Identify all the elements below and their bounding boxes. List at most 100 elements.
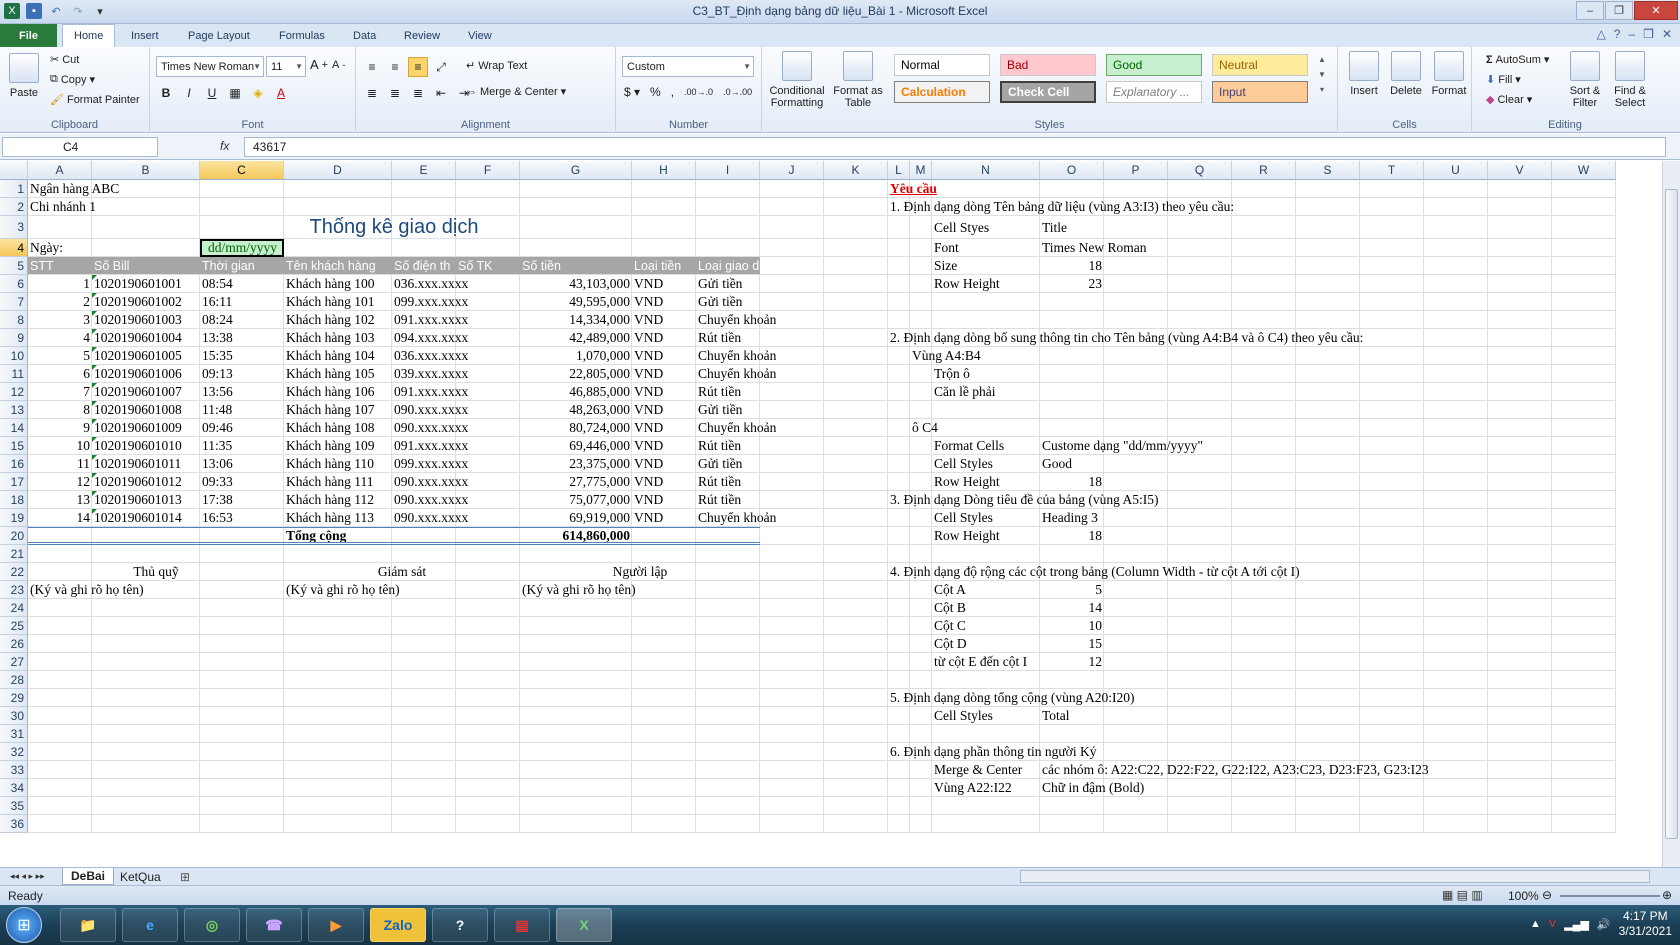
row-header-6[interactable]: 6: [0, 275, 28, 293]
row-header-30[interactable]: 30: [0, 707, 28, 725]
column-header-q[interactable]: Q: [1168, 161, 1232, 180]
bill-cell[interactable]: 1020190601002: [94, 293, 198, 311]
wrap-text-button[interactable]: ↵ Wrap Text: [466, 59, 527, 73]
bill-cell[interactable]: 1020190601004: [94, 329, 198, 347]
column-header-t[interactable]: T: [1360, 161, 1424, 180]
cut-button[interactable]: ✂ Cut: [50, 53, 79, 67]
network-icon[interactable]: ▂▄▆: [1564, 918, 1589, 931]
vertical-scrollbar[interactable]: [1662, 161, 1680, 867]
font-name-select[interactable]: Times New Roman ▼: [156, 56, 264, 77]
help-center-icon[interactable]: ?: [432, 908, 488, 942]
column-header-l[interactable]: L: [888, 161, 910, 180]
select-all-corner[interactable]: [0, 161, 28, 180]
internet-explorer-icon[interactable]: e: [122, 908, 178, 942]
winrar-icon[interactable]: ▤: [494, 908, 550, 942]
insert-cells-button[interactable]: Insert: [1344, 51, 1384, 97]
zoom-level[interactable]: 100%: [1508, 889, 1539, 903]
tab-insert[interactable]: Insert: [120, 24, 170, 47]
fill-color-icon[interactable]: ◈: [248, 83, 268, 103]
column-header-w[interactable]: W: [1552, 161, 1616, 180]
column-header-j[interactable]: J: [760, 161, 824, 180]
row-header-12[interactable]: 12: [0, 383, 28, 401]
new-sheet-icon[interactable]: ⊞: [172, 868, 198, 885]
comma-icon[interactable]: ,: [671, 85, 674, 99]
style-good[interactable]: Good: [1106, 54, 1202, 76]
conditional-formatting-button[interactable]: Conditional Formatting: [766, 51, 828, 109]
help-icon[interactable]: ?: [1614, 27, 1621, 41]
zoom-in-icon[interactable]: ⊕: [1662, 888, 1672, 902]
row-header-2[interactable]: 2: [0, 198, 28, 216]
media-player-icon[interactable]: ▶: [308, 908, 364, 942]
row-header-16[interactable]: 16: [0, 455, 28, 473]
align-left-icon[interactable]: ≣: [362, 83, 382, 103]
column-header-s[interactable]: S: [1296, 161, 1360, 180]
sheet-nav-icons[interactable]: ◂◂ ◂ ▸ ▸▸: [2, 868, 53, 885]
italic-button[interactable]: I: [179, 83, 199, 103]
font-size-select[interactable]: 11 ▼: [266, 56, 306, 77]
tab-view[interactable]: View: [457, 24, 503, 47]
minimize-ribbon-icon[interactable]: △: [1597, 27, 1606, 41]
row-header-24[interactable]: 24: [0, 599, 28, 617]
paste-button[interactable]: Paste: [6, 53, 42, 99]
row-header-19[interactable]: 19: [0, 509, 28, 527]
percent-icon[interactable]: %: [650, 85, 661, 99]
row-header-10[interactable]: 10: [0, 347, 28, 365]
increase-decimal-icon[interactable]: .00→.0: [684, 87, 713, 97]
format-as-table-button[interactable]: Format as Table: [830, 51, 886, 109]
bold-button[interactable]: B: [156, 83, 176, 103]
grow-font-button[interactable]: A +: [310, 57, 328, 72]
style-calculation[interactable]: Calculation: [894, 81, 990, 103]
scroll-thumb[interactable]: [1665, 189, 1678, 839]
row-header-14[interactable]: 14: [0, 419, 28, 437]
row-header-36[interactable]: 36: [0, 815, 28, 833]
workbook-restore-icon[interactable]: ❐: [1643, 27, 1654, 41]
tab-file[interactable]: File: [0, 24, 57, 47]
row-header-4[interactable]: 4: [0, 239, 28, 257]
column-header-o[interactable]: O: [1040, 161, 1104, 180]
volume-icon[interactable]: 🔊: [1597, 918, 1611, 931]
clear-button[interactable]: ◆ Clear ▾: [1486, 93, 1532, 107]
bottom-align-icon[interactable]: ≡: [408, 57, 428, 77]
style-explanatory[interactable]: Explanatory ...: [1106, 81, 1202, 103]
delete-cells-button[interactable]: Delete: [1386, 51, 1426, 97]
column-header-v[interactable]: V: [1488, 161, 1552, 180]
bill-cell[interactable]: 1020190601013: [94, 491, 198, 509]
column-header-e[interactable]: E: [392, 161, 456, 180]
row-header-7[interactable]: 7: [0, 293, 28, 311]
row-header-13[interactable]: 13: [0, 401, 28, 419]
tab-home[interactable]: Home: [62, 24, 116, 47]
row-header-21[interactable]: 21: [0, 545, 28, 563]
zoom-slider[interactable]: [1560, 895, 1660, 897]
format-painter-button[interactable]: 🖌 Format Painter: [50, 93, 140, 107]
tab-review[interactable]: Review: [393, 24, 451, 47]
start-button-icon[interactable]: ⊞: [6, 907, 42, 943]
bill-cell[interactable]: 1020190601001: [94, 275, 198, 293]
row-header-15[interactable]: 15: [0, 437, 28, 455]
style-neutral[interactable]: Neutral: [1212, 54, 1308, 76]
style-check-cell[interactable]: Check Cell: [1000, 81, 1096, 103]
align-right-icon[interactable]: ≣: [408, 83, 428, 103]
bill-cell[interactable]: 1020190601008: [94, 401, 198, 419]
row-header-33[interactable]: 33: [0, 761, 28, 779]
coccoc-browser-icon[interactable]: ◎: [184, 908, 240, 942]
bill-cell[interactable]: 1020190601005: [94, 347, 198, 365]
formula-input[interactable]: 43617: [244, 137, 1666, 157]
borders-icon[interactable]: ▦: [225, 83, 245, 103]
align-center-icon[interactable]: ≣: [385, 83, 405, 103]
style-input[interactable]: Input: [1212, 81, 1308, 103]
date-cell-c4[interactable]: dd/mm/yyyy: [200, 239, 284, 257]
column-header-a[interactable]: A: [28, 161, 92, 180]
row-header-9[interactable]: 9: [0, 329, 28, 347]
show-hidden-icons-icon[interactable]: ▲: [1530, 918, 1541, 930]
autosum-button[interactable]: Σ AutoSum ▾: [1486, 53, 1549, 67]
worksheet-grid[interactable]: A B C D E F G H I J K L M N O P Q R S T U V W 1 2 3 4 5 6 7 8 9 10 11 12 13…: [0, 161, 1662, 867]
orientation-icon[interactable]: ⤢: [431, 57, 451, 77]
font-color-icon[interactable]: A: [271, 83, 291, 103]
style-bad[interactable]: Bad: [1000, 54, 1096, 76]
restore-icon[interactable]: ❐: [1605, 1, 1633, 20]
row-header-31[interactable]: 31: [0, 725, 28, 743]
system-clock[interactable]: 4:17 PM 3/31/2021: [1619, 909, 1672, 939]
underline-button[interactable]: U: [202, 83, 222, 103]
column-header-b[interactable]: B: [92, 161, 200, 180]
currency-icon[interactable]: $ ▾: [624, 85, 640, 99]
